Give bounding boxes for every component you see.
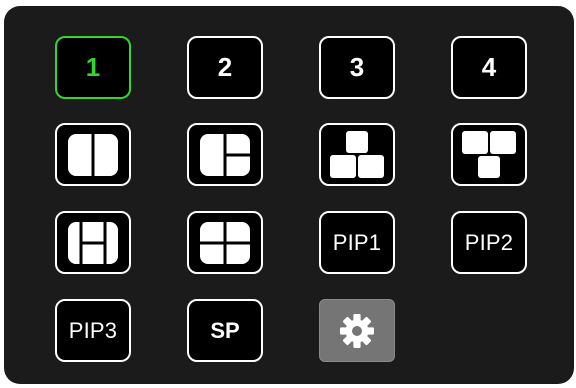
camera-3-label: 3 xyxy=(349,52,365,82)
pip1-button[interactable]: PIP1 xyxy=(319,211,395,274)
gear-icon xyxy=(340,313,374,348)
camera-2-label: 2 xyxy=(217,52,233,82)
layout-split-3-top-button[interactable] xyxy=(319,123,395,186)
split-3-left-large-icon xyxy=(200,133,250,176)
split-3-top-two-bottom-one-icon xyxy=(462,130,516,178)
split-3-top-one-bottom-two-icon xyxy=(330,130,384,178)
pip3-button[interactable]: PIP3 xyxy=(55,299,131,362)
sp-button[interactable]: SP xyxy=(187,299,263,362)
camera-2-button[interactable]: 2 xyxy=(187,36,263,99)
camera-3-button[interactable]: 3 xyxy=(319,36,395,99)
camera-4-label: 4 xyxy=(481,52,497,82)
split-4-quad-icon xyxy=(200,221,250,264)
pip2-button[interactable]: PIP2 xyxy=(451,211,527,274)
split-2-vertical-icon xyxy=(68,133,118,176)
layout-split-4-button[interactable] xyxy=(187,211,263,274)
layout-split-3-center-button[interactable] xyxy=(55,211,131,274)
layout-split-3-left-button[interactable] xyxy=(187,123,263,186)
settings-button[interactable] xyxy=(319,299,395,362)
layout-split-2-button[interactable] xyxy=(55,123,131,186)
layout-split-3-bottom-button[interactable] xyxy=(451,123,527,186)
pip1-label: PIP1 xyxy=(332,229,382,255)
pip2-label: PIP2 xyxy=(464,229,514,255)
sp-label: SP xyxy=(210,317,240,343)
split-3-center-large-icon xyxy=(68,221,118,264)
camera-4-button[interactable]: 4 xyxy=(451,36,527,99)
camera-1-label: 1 xyxy=(85,52,101,82)
camera-1-button[interactable]: 1 xyxy=(55,36,131,99)
pip3-label: PIP3 xyxy=(68,317,118,343)
